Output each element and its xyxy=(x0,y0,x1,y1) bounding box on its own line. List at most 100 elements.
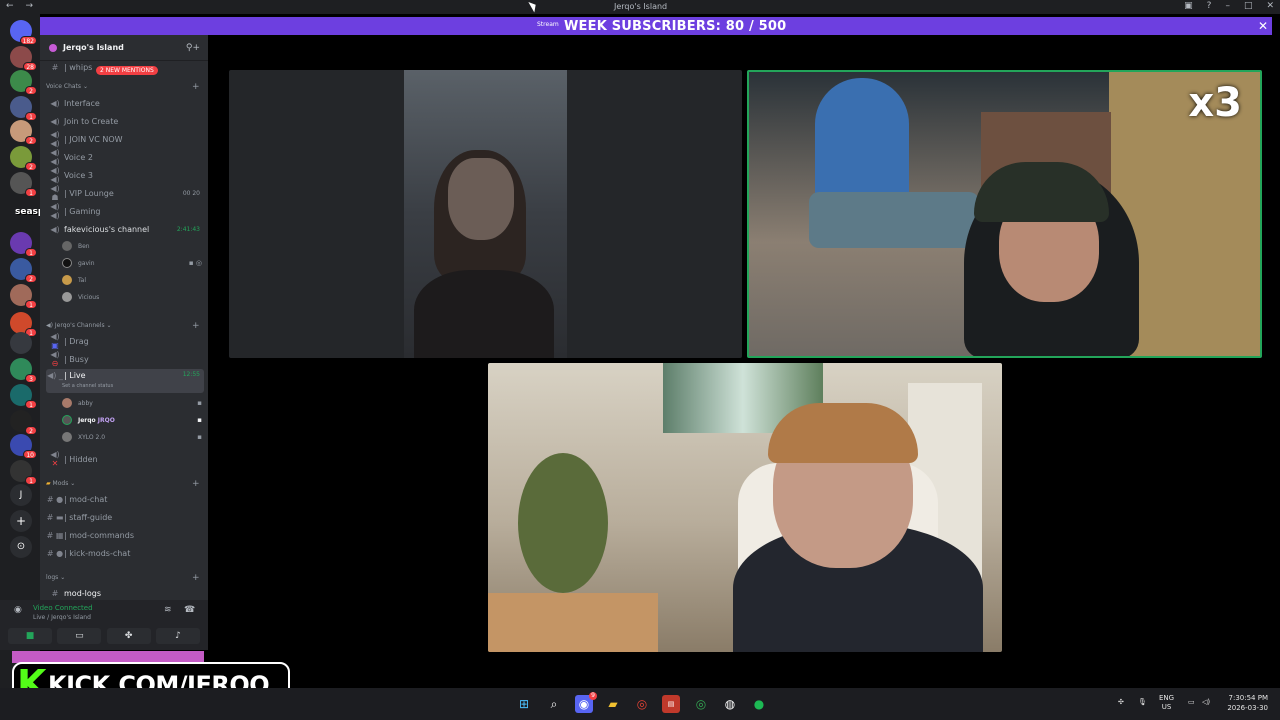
category-mods[interactable]: ▰ Mods ⌄ + xyxy=(46,479,200,489)
banner-close-icon[interactable]: ✕ xyxy=(1258,19,1268,33)
forward-icon[interactable]: → xyxy=(26,1,34,11)
server-icon[interactable]: 10 xyxy=(10,434,37,459)
add-channel-icon[interactable]: + xyxy=(192,82,200,92)
voice-user[interactable]: gavin ▪ ◎ xyxy=(62,256,202,270)
discord-home-icon[interactable]: 182 xyxy=(10,20,37,45)
add-channel-icon[interactable]: + xyxy=(192,321,200,331)
category-jerqos-channels[interactable]: ◀) Jerqo's Channels ⌄ + xyxy=(46,321,200,331)
obs-icon[interactable]: ◍ xyxy=(721,695,739,713)
voice-user[interactable]: Vicious xyxy=(62,290,202,304)
channel-staff-guide[interactable]: # ▬ | staff-guide xyxy=(46,509,204,525)
channel-join-to-create[interactable]: ◀) Join to Create xyxy=(46,113,204,129)
soundboard-button[interactable]: ♪ xyxy=(155,628,200,644)
server-icon[interactable]: 1 xyxy=(10,460,37,485)
speaker-icon: ◀) xyxy=(50,98,60,108)
maximize-button[interactable]: □ xyxy=(1244,1,1253,11)
notice-banner: Stream WEEK SUBSCRIBERS: 80 / 500 ✕ xyxy=(40,17,1272,35)
add-channel-icon[interactable]: + xyxy=(192,479,200,489)
screen-share-button[interactable]: ▭ xyxy=(57,628,102,644)
explore-icon[interactable]: ⊙ xyxy=(10,536,32,558)
category-voice-chats[interactable]: Voice Chats ⌄ + xyxy=(46,82,200,92)
server-icon[interactable]: 2 xyxy=(10,410,37,435)
channel-status[interactable]: Set a channel status xyxy=(62,381,202,391)
server-icon[interactable]: 1 xyxy=(10,172,37,197)
language-indicator[interactable]: ENG US xyxy=(1159,694,1174,712)
connection-signal-icon[interactable]: ◉ xyxy=(14,605,22,615)
voice-user[interactable]: Ben xyxy=(62,239,202,253)
disconnect-icon[interactable]: ☎ xyxy=(184,605,195,615)
close-window-button[interactable]: ✕ xyxy=(1266,1,1274,11)
avatar xyxy=(62,258,72,268)
search-icon[interactable]: ⌕ xyxy=(545,695,563,713)
user-name: gavin xyxy=(78,259,95,267)
activities-button[interactable]: ✤ xyxy=(106,628,151,644)
channel-voice-2[interactable]: ◀) ◀) Voice 2 xyxy=(46,148,204,166)
channel-busy[interactable]: ◀) ⊖ | Busy xyxy=(46,350,204,368)
channel-label: mod-logs xyxy=(64,588,102,598)
server-icon[interactable]: 2 xyxy=(10,146,37,171)
multiplier-overlay: x3 xyxy=(1188,80,1242,126)
server-icon[interactable]: 2 xyxy=(10,120,37,145)
channel-drag[interactable]: ◀) ▣ | Drag xyxy=(46,332,204,350)
back-icon[interactable]: ← xyxy=(6,1,14,11)
voice-channel[interactable]: Live / Jerqo's Island xyxy=(33,614,91,621)
discord-app-icon[interactable]: ◉ 9 xyxy=(575,692,597,713)
channel-join-vc-now[interactable]: ◀) ◀) | JOIN VC NOW xyxy=(46,130,204,148)
camera-button[interactable]: ■ xyxy=(8,628,52,644)
channel-kick-mods-chat[interactable]: # ● | kick-mods-chat xyxy=(46,545,204,561)
network-icon[interactable]: ▭ xyxy=(1188,698,1195,707)
start-menu-icon[interactable]: ⊞ xyxy=(515,695,533,713)
server-header[interactable]: Jerqo's Island ⚲+ xyxy=(40,35,208,61)
category-logs[interactable]: logs ⌄ + xyxy=(46,573,200,583)
tray-app-icon[interactable]: ✣ xyxy=(1118,698,1124,707)
new-mentions-badge[interactable]: 2 NEW MENTIONS xyxy=(96,66,158,75)
server-icon[interactable]: 1 xyxy=(10,384,37,409)
microphone-icon[interactable]: 🎙 xyxy=(1138,698,1147,707)
video-tile-xylo[interactable] xyxy=(488,363,1002,652)
file-explorer-icon[interactable]: ▰ xyxy=(604,695,622,713)
video-tile-abby[interactable] xyxy=(229,70,742,358)
noise-suppression-icon[interactable]: ≋ xyxy=(164,605,172,615)
channel-voice-3[interactable]: ◀) ◀) Voice 3 xyxy=(46,166,204,184)
channel-fakevicious[interactable]: ◀) fakevicious's channel 2:41:43 xyxy=(46,221,204,237)
server-icon[interactable]: 2 xyxy=(10,70,37,95)
channel-label: | Drag xyxy=(64,336,89,346)
server-icon[interactable]: 1 xyxy=(10,96,37,121)
voice-user[interactable]: Tal xyxy=(62,273,202,287)
server-icon[interactable]: 1 xyxy=(10,232,37,257)
server-icon[interactable]: 1 xyxy=(10,284,37,309)
chrome-icon[interactable]: ◎ xyxy=(633,695,651,713)
help-icon[interactable]: ? xyxy=(1207,1,1212,11)
spotify-icon[interactable]: ● xyxy=(750,695,768,713)
server-icon[interactable]: 28 xyxy=(10,46,37,71)
server-icon[interactable]: 3 xyxy=(10,358,37,383)
channel-vip-lounge[interactable]: ◀) ☗ | VIP Lounge 00 20 xyxy=(46,184,204,202)
voice-status: Video Connected xyxy=(33,604,93,612)
voice-user[interactable]: XYLO 2.0 ▪ xyxy=(62,430,202,444)
voice-user[interactable]: Jerqo JRQO ▪ xyxy=(62,413,202,427)
add-server-icon[interactable]: + xyxy=(10,510,32,532)
add-channel-icon[interactable]: + xyxy=(192,573,200,583)
chrome-profile-icon[interactable]: ◎ xyxy=(692,695,710,713)
video-tile-jerqo[interactable]: x3 xyxy=(747,70,1262,358)
channel-mod-chat[interactable]: # ● | mod-chat xyxy=(46,491,204,507)
server-icon[interactable]: 2 xyxy=(10,258,37,283)
invite-icon[interactable]: ⚲+ xyxy=(186,43,200,53)
volume-icon[interactable]: ◁) xyxy=(1202,698,1210,707)
server-icon[interactable]: J xyxy=(10,484,32,506)
channel-gaming[interactable]: ◀) ◀) | Gaming xyxy=(46,202,204,220)
system-clock[interactable]: 7:30:54 PM 2026-03-30 xyxy=(1227,693,1268,713)
server-icon[interactable]: 1 xyxy=(10,312,37,337)
channel-hidden[interactable]: ◀) ✕ | Hidden xyxy=(46,450,204,468)
channel-mod-logs[interactable]: # mod-logs xyxy=(46,585,204,600)
voice-user[interactable]: abby ▪ xyxy=(62,396,202,410)
channel-label: | whips xyxy=(64,62,93,72)
channel-mod-commands[interactable]: # ▦ | mod-commands xyxy=(46,527,204,543)
app-icon[interactable]: ▤ xyxy=(662,695,680,713)
minimize-button[interactable]: – xyxy=(1225,1,1230,11)
server-badge: 2 xyxy=(25,426,37,435)
server-icon[interactable] xyxy=(10,332,32,354)
language-code: ENG xyxy=(1159,694,1175,702)
inbox-icon[interactable]: ▣ xyxy=(1184,1,1193,11)
channel-interface[interactable]: ◀) Interface xyxy=(46,95,204,111)
